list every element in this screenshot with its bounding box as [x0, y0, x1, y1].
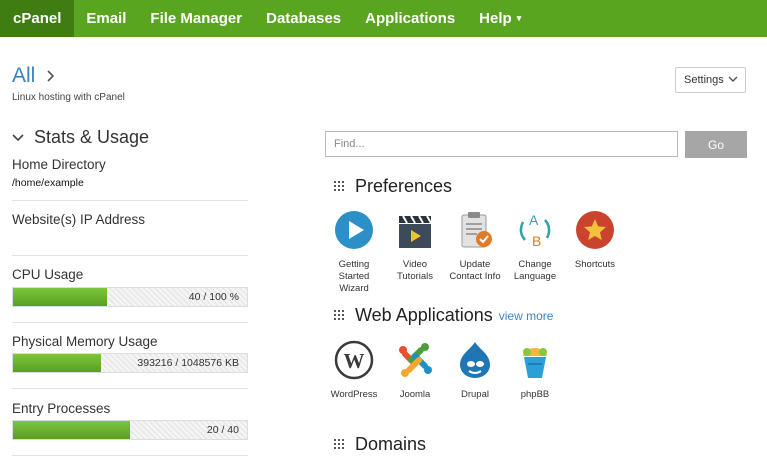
drupal-tile[interactable]: Drupal — [444, 340, 506, 401]
page-title[interactable]: All — [12, 64, 35, 87]
cpu-usage-bar: 40 / 100 % — [12, 287, 248, 307]
web-applications-title: Web Applications — [355, 305, 493, 325]
view-more-link[interactable]: view more — [499, 309, 554, 323]
tile-label: Change Language — [513, 259, 557, 282]
wordpress-tile[interactable]: W WordPress — [323, 340, 385, 401]
tile-label: Video Tutorials — [396, 259, 434, 282]
divider — [12, 200, 248, 201]
chevron-right-icon — [41, 69, 54, 86]
svg-text:A: A — [529, 212, 539, 228]
preferences-title: Preferences — [355, 176, 453, 196]
nav-applications[interactable]: Applications — [353, 0, 467, 37]
wordpress-icon: W — [334, 340, 374, 380]
stats-title: Stats & Usage — [34, 127, 150, 147]
joomla-tile[interactable]: Joomla — [384, 340, 446, 401]
svg-text:W: W — [344, 349, 365, 373]
go-button[interactable]: Go — [685, 131, 747, 158]
svg-text:B: B — [532, 233, 541, 249]
settings-label: Settings — [684, 74, 724, 86]
phpbb-tile[interactable]: phpBB — [504, 340, 566, 401]
domains-heading: Domains — [334, 434, 426, 455]
change-language-tile[interactable]: A B Change Language — [504, 210, 566, 283]
memory-usage-label: Physical Memory Usage — [12, 334, 158, 349]
search-input[interactable] — [325, 131, 678, 157]
divider — [12, 455, 248, 456]
entry-processes-label: Entry Processes — [12, 401, 111, 416]
breadcrumb[interactable]: All — [12, 64, 55, 88]
nav-databases[interactable]: Databases — [254, 0, 353, 37]
tile-label: Drupal — [461, 389, 489, 400]
nav-help-label: Help — [479, 10, 512, 27]
web-applications-heading: Web Applications view more — [334, 305, 553, 326]
ip-address-label: Website(s) IP Address — [12, 212, 146, 227]
clapperboard-icon — [399, 215, 432, 248]
cpu-usage-label: CPU Usage — [12, 267, 84, 282]
shortcuts-tile[interactable]: Shortcuts — [564, 210, 626, 271]
caret-down-icon: ▾ — [516, 13, 522, 23]
tile-label: WordPress — [330, 389, 378, 400]
joomla-icon — [399, 343, 432, 377]
drag-handle-icon[interactable] — [334, 181, 345, 192]
drupal-icon — [460, 342, 490, 378]
getting-started-wizard-tile[interactable]: Getting Started Wizard — [323, 210, 385, 295]
stats-section-toggle[interactable]: Stats & Usage — [12, 127, 149, 148]
tile-label: phpBB — [520, 389, 550, 400]
tile-label: Joomla — [399, 389, 431, 400]
divider — [12, 388, 248, 389]
memory-usage-bar: 393216 / 1048576 KB — [12, 353, 248, 373]
star-icon — [576, 211, 614, 249]
home-directory-label: Home Directory — [12, 157, 106, 172]
home-directory-value: /home/example — [12, 177, 84, 189]
memory-usage-text: 393216 / 1048576 KB — [137, 357, 239, 369]
tile-label: Update Contact Info — [449, 259, 501, 282]
update-contact-info-tile[interactable]: Update Contact Info — [444, 210, 506, 283]
drag-handle-icon[interactable] — [334, 439, 345, 450]
domains-title: Domains — [355, 434, 427, 454]
nav-cpanel[interactable]: cPanel — [0, 0, 75, 37]
memory-usage-fill — [13, 354, 101, 372]
drag-handle-icon[interactable] — [334, 310, 345, 321]
page-subtitle: Linux hosting with cPanel — [12, 92, 125, 103]
entry-processes-fill — [13, 421, 130, 439]
top-navigation: cPanel Email File Manager Databases Appl… — [0, 0, 767, 37]
preferences-heading: Preferences — [334, 176, 452, 197]
cpu-usage-fill — [13, 288, 107, 306]
chevron-down-icon — [728, 76, 738, 82]
nav-help[interactable]: Help ▾ — [467, 0, 533, 37]
nav-file-manager[interactable]: File Manager — [138, 0, 254, 37]
play-icon — [335, 211, 373, 249]
clipboard-icon — [461, 212, 492, 248]
language-icon: A B — [519, 212, 551, 249]
entry-processes-bar: 20 / 40 — [12, 420, 248, 440]
cpu-usage-text: 40 / 100 % — [188, 291, 239, 303]
divider — [12, 255, 248, 256]
video-tutorials-tile[interactable]: Video Tutorials — [384, 210, 446, 283]
phpbb-icon — [523, 348, 547, 378]
settings-button[interactable]: Settings — [675, 67, 746, 93]
entry-processes-text: 20 / 40 — [206, 424, 239, 436]
divider — [12, 322, 248, 323]
nav-email[interactable]: Email — [74, 0, 138, 37]
tile-label: Shortcuts — [574, 259, 616, 270]
chevron-down-icon — [12, 133, 24, 141]
tile-label: Getting Started Wizard — [338, 259, 370, 294]
